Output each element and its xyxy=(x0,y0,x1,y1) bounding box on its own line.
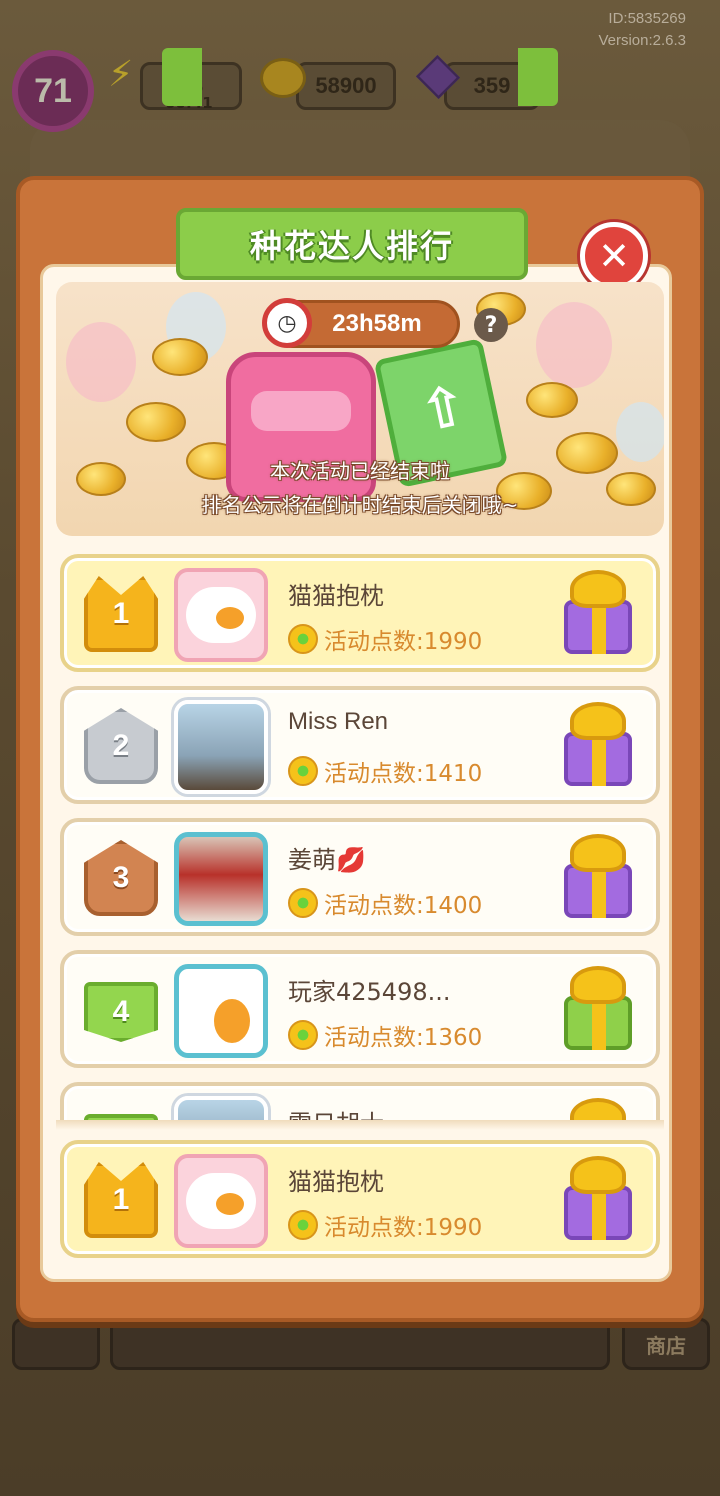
coin-icon xyxy=(260,58,306,98)
level-value: 71 xyxy=(34,71,72,110)
cat-avatar[interactable] xyxy=(174,568,268,662)
duck-avatar[interactable] xyxy=(174,964,268,1058)
points-value: 活动点数:1400 xyxy=(324,893,483,919)
title-ribbon-right xyxy=(518,48,558,106)
duck-beak-icon xyxy=(214,999,250,1043)
rank-crown-badge: 1 xyxy=(84,1162,158,1238)
player-name: 玩家425498... xyxy=(288,978,451,1006)
coin-decoration xyxy=(152,338,208,376)
ranking-row: 2 Miss Ren 活动点数:1410 xyxy=(60,686,660,804)
player-name: 猫猫抱枕 xyxy=(288,582,384,610)
gem-value: 359 xyxy=(473,73,511,98)
ranking-row: 4 玩家425498... 活动点数:1360 xyxy=(60,950,660,1068)
activity-points: 活动点数:1400 xyxy=(288,886,482,920)
green-gift-icon[interactable] xyxy=(560,966,636,1052)
activity-points: 活动点数:1990 xyxy=(288,1208,482,1242)
top-hud: 71 53 ⚡ 00:41 58900 359 xyxy=(0,40,720,132)
heart-balloon xyxy=(616,402,664,462)
photo-avatar[interactable] xyxy=(174,700,268,794)
flower-icon xyxy=(288,888,318,918)
purple-gift-icon[interactable] xyxy=(560,1098,636,1120)
player-id: ID:5835269 xyxy=(608,10,686,27)
cat-face-icon xyxy=(186,1173,256,1229)
alarm-clock-icon: ◷ xyxy=(262,298,312,348)
up-arrow-icon: ⇧ xyxy=(413,372,474,446)
title-ribbon-left xyxy=(162,48,202,106)
lightning-icon: ⚡ xyxy=(108,54,134,95)
ranking-row: 3 姜萌💋 活动点数:1400 xyxy=(60,818,660,936)
player-name: Miss Ren xyxy=(288,708,389,735)
cat-avatar[interactable] xyxy=(174,1154,268,1248)
coin-decoration xyxy=(526,382,578,418)
flower-icon xyxy=(288,756,318,786)
ranking-row: 5 雪日胡士 xyxy=(60,1082,660,1120)
rank-silver-badge: 2 xyxy=(84,708,158,784)
activity-points: 活动点数:1410 xyxy=(288,754,482,788)
activity-points: 活动点数:1990 xyxy=(288,622,482,656)
level-badge[interactable]: 71 xyxy=(12,50,94,132)
shop-button[interactable]: 商店 xyxy=(622,1318,710,1370)
player-name: 雪日胡士 xyxy=(288,1104,384,1120)
purple-gift-icon[interactable] xyxy=(560,1156,636,1242)
ranking-row: 1 猫猫抱枕 活动点数:1990 xyxy=(60,554,660,672)
event-ended-message: 本次活动已经结束啦 排名公示将在倒计时结束后关闭哦~ xyxy=(56,454,664,522)
coin-value: 58900 xyxy=(315,73,377,98)
photo-avatar[interactable] xyxy=(174,832,268,926)
bottom-left-button[interactable] xyxy=(12,1318,100,1370)
rank-crown-badge: 1 xyxy=(84,576,158,652)
points-value: 活动点数:1990 xyxy=(324,629,483,655)
points-value: 活动点数:1360 xyxy=(324,1025,483,1051)
flower-icon xyxy=(288,1210,318,1240)
purple-gift-icon[interactable] xyxy=(560,702,636,788)
bottom-center-panel xyxy=(110,1318,610,1370)
heart-balloon xyxy=(536,302,612,388)
message-line-2: 排名公示将在倒计时结束后关闭哦~ xyxy=(201,493,519,517)
flower-icon xyxy=(288,1020,318,1050)
points-value: 活动点数:1990 xyxy=(324,1215,483,1241)
cat-face-icon xyxy=(186,587,256,643)
help-button[interactable]: ? xyxy=(474,308,508,342)
rank-bronze-badge: 3 xyxy=(84,840,158,916)
countdown-value: 23h58m xyxy=(332,310,422,337)
activity-points: 活动点数:1360 xyxy=(288,1018,482,1052)
coin-counter[interactable]: 58900 xyxy=(296,62,396,110)
coin-decoration xyxy=(126,402,186,442)
points-value: 活动点数:1410 xyxy=(324,761,483,787)
player-name: 猫猫抱枕 xyxy=(288,1168,384,1196)
my-rank-row: 1 猫猫抱枕 活动点数:1990 xyxy=(60,1140,660,1258)
purple-gift-icon[interactable] xyxy=(560,570,636,656)
close-icon: ✕ xyxy=(598,234,630,278)
photo-avatar[interactable] xyxy=(174,1096,268,1120)
player-name: 姜萌💋 xyxy=(288,846,366,874)
heart-balloon xyxy=(66,322,136,402)
rank-green-badge: 4 xyxy=(84,982,158,1042)
flower-icon xyxy=(288,624,318,654)
ranking-list[interactable]: 1 猫猫抱枕 活动点数:1990 2 Miss Ren 活动点数:1410 3 … xyxy=(56,548,664,1120)
list-divider xyxy=(56,1120,664,1130)
modal-title: 种花达人排行 xyxy=(176,208,528,280)
purple-gift-icon[interactable] xyxy=(560,834,636,920)
close-button[interactable]: ✕ xyxy=(580,222,648,290)
message-line-1: 本次活动已经结束啦 xyxy=(270,459,450,483)
shop-label: 商店 xyxy=(646,1333,686,1358)
